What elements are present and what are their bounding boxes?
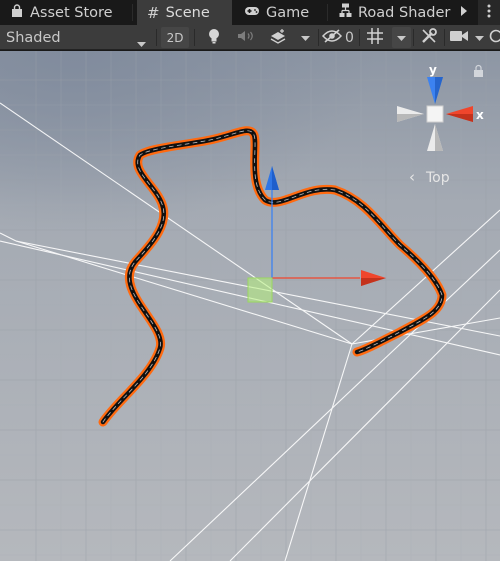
- dropdown-arrow-icon: [300, 30, 310, 45]
- eye-slash-icon: [321, 28, 343, 47]
- hidden-objects-toggle[interactable]: 0: [321, 27, 356, 48]
- grid-snap-icon: [367, 27, 383, 48]
- speaker-icon: [237, 30, 255, 46]
- sky-gradient: [0, 51, 500, 351]
- tools-toggle[interactable]: [418, 27, 440, 48]
- hidden-count: 0: [345, 29, 354, 46]
- tab-asset-store[interactable]: Asset Store: [10, 0, 113, 25]
- shading-mode-dropdown[interactable]: Shaded: [0, 27, 152, 48]
- gizmo-center-cube[interactable]: [426, 105, 444, 123]
- tab-scene[interactable]: # Scene: [137, 0, 232, 25]
- tab-bar: Asset Store # Scene Game Road Shader: [0, 0, 500, 25]
- grid-icon: #: [147, 3, 160, 22]
- scene-toolbar: Shaded 2D 0: [0, 25, 500, 50]
- gizmo-axis-y: y: [429, 63, 437, 77]
- toggle-2d-label: 2D: [166, 30, 184, 45]
- lighting-toggle[interactable]: [203, 27, 225, 48]
- tab-options-button[interactable]: [478, 0, 500, 25]
- bag-icon: [10, 3, 24, 22]
- tab-scroll-right-button[interactable]: [457, 0, 471, 25]
- effects-layers-icon: [269, 28, 287, 48]
- view-label[interactable]: Top: [425, 170, 450, 186]
- dropdown-arrow-icon: [474, 30, 484, 45]
- gizmo-sphere-icon: [489, 29, 500, 47]
- tab-label: Asset Store: [30, 4, 113, 21]
- wrench-icon: [421, 27, 437, 48]
- dropdown-arrow-icon: [137, 35, 146, 51]
- tab-label: Game: [266, 4, 310, 21]
- grid-visibility-toggle[interactable]: [364, 27, 386, 48]
- view-direction-arrow-icon: ‹: [409, 168, 415, 186]
- kebab-menu-icon: [487, 4, 491, 22]
- audio-toggle[interactable]: [235, 27, 257, 48]
- scene-viewport[interactable]: y x ‹ Top: [0, 51, 500, 561]
- dropdown-arrow-icon: [397, 30, 406, 45]
- effects-toggle[interactable]: [267, 27, 289, 48]
- tab-road-shader[interactable]: Road Shader: [339, 0, 450, 25]
- shading-mode-value: Shaded: [6, 29, 61, 46]
- xy-plane-handle[interactable]: [247, 277, 273, 303]
- gizmos-toggle[interactable]: [489, 27, 500, 48]
- tab-label: Scene: [165, 4, 210, 21]
- toggle-2d-button[interactable]: 2D: [161, 27, 189, 48]
- gizmo-axis-x: x: [476, 108, 484, 122]
- lightbulb-icon: [208, 28, 220, 48]
- video-camera-icon: [450, 30, 468, 46]
- arrow-right-icon: [461, 5, 467, 20]
- node-graph-icon: [339, 3, 352, 22]
- grid-dropdown-button[interactable]: [392, 27, 411, 48]
- camera-settings-button[interactable]: [448, 27, 470, 48]
- effects-dropdown-button[interactable]: [295, 27, 315, 48]
- camera-dropdown-button[interactable]: [471, 27, 487, 48]
- tab-label: Road Shader: [358, 4, 451, 21]
- tab-game[interactable]: Game: [244, 0, 309, 25]
- gamepad-icon: [244, 5, 260, 21]
